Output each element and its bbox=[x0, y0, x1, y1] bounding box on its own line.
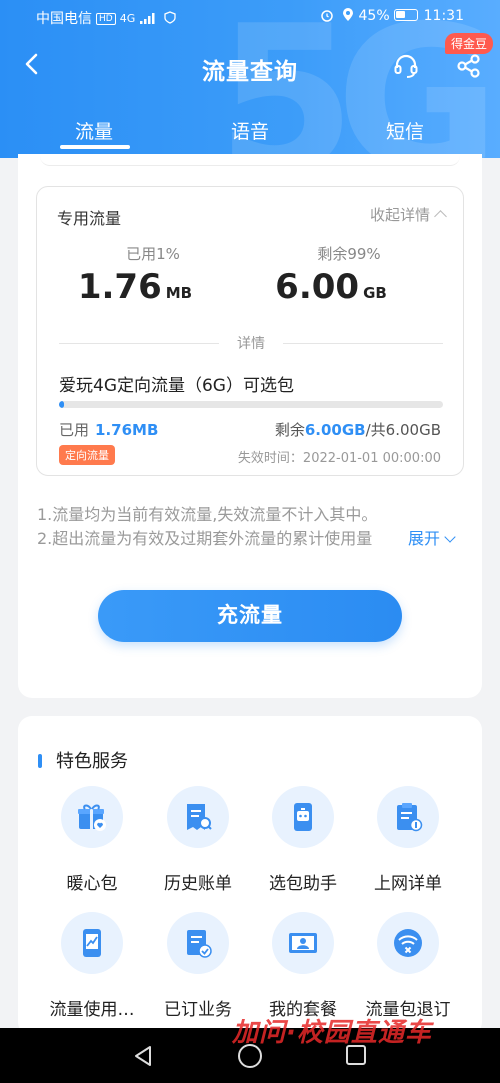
service-my-plan[interactable]: 我的套餐 bbox=[248, 912, 358, 1020]
page-title: 流量查询 bbox=[202, 59, 298, 85]
remain-amount-value: 6.00 bbox=[275, 267, 360, 307]
service-unsubscribe-package[interactable]: 流量包退订 bbox=[353, 912, 463, 1020]
watermark: 加问·校园直通车 bbox=[232, 1018, 432, 1048]
customer-service-icon[interactable] bbox=[392, 52, 420, 80]
expand-notes-toggle[interactable]: 展开 bbox=[404, 525, 456, 549]
service-icon-bg bbox=[377, 786, 439, 848]
service-package-assistant[interactable]: 选包助手 bbox=[248, 786, 358, 894]
nav-back-icon[interactable] bbox=[132, 1044, 154, 1068]
used-amount-unit: MB bbox=[165, 284, 193, 302]
phone-chart-icon bbox=[83, 929, 101, 957]
service-internet-detail[interactable]: 上网详单 bbox=[353, 786, 463, 894]
expand-label: 展开 bbox=[408, 529, 441, 548]
used-percent-label: 已用1% bbox=[126, 245, 180, 263]
clipboard-list-icon bbox=[397, 803, 423, 832]
gold-bean-badge[interactable]: 得金豆 bbox=[445, 33, 494, 54]
service-warm-package[interactable]: 暖心包 bbox=[37, 786, 147, 894]
note-line-1: 1.流量均为当前有效流量,失效流量不计入其中。 bbox=[37, 505, 378, 524]
network-type: 4G bbox=[119, 12, 136, 25]
hd-indicator: HD bbox=[96, 13, 116, 25]
collapse-label: 收起详情 bbox=[369, 206, 430, 224]
battery-icon bbox=[393, 9, 418, 21]
details-divider: 详情 bbox=[59, 333, 443, 353]
carrier-name: 中国电信 bbox=[36, 11, 92, 27]
directional-traffic-tag: 定向流量 bbox=[59, 445, 115, 465]
id-card-icon bbox=[289, 933, 317, 953]
remain-text-label: 剩余 bbox=[274, 421, 305, 439]
dedicated-traffic-panel: 专用流量 收起详情 已用1% 1.76 MB 剩余99% 6.00 GB 详情 爱玩… bbox=[36, 186, 464, 476]
service-traffic-usage[interactable]: 流量使用… bbox=[37, 912, 147, 1020]
chevron-down-icon bbox=[444, 531, 456, 543]
section-title: 特色服务 bbox=[56, 751, 128, 772]
note-line-2: 2.超出流量为有效及过期套外流量的累计使用量 bbox=[37, 529, 373, 548]
document-check-icon bbox=[187, 930, 212, 958]
wifi-cancel-icon bbox=[394, 929, 422, 957]
service-label: 暖心包 bbox=[66, 874, 118, 894]
tab-active-indicator bbox=[60, 145, 130, 149]
expire-time: 失效时间：2022-01-01 00:00:00 bbox=[237, 451, 441, 466]
tab-voice[interactable]: 语音 bbox=[231, 117, 269, 144]
service-history-bill[interactable]: 历史账单 bbox=[143, 786, 253, 894]
service-subscribed[interactable]: 已订业务 bbox=[143, 912, 253, 1020]
service-icon-bg bbox=[272, 786, 334, 848]
signal-icon bbox=[139, 13, 155, 24]
service-icon-bg bbox=[167, 912, 229, 974]
shield-icon bbox=[164, 11, 176, 24]
service-label: 选包助手 bbox=[269, 874, 337, 894]
usage-progress-bar bbox=[59, 401, 443, 408]
usage-progress-fill bbox=[59, 401, 64, 408]
location-icon bbox=[343, 8, 354, 21]
recharge-traffic-button[interactable]: 充流量 bbox=[98, 590, 402, 642]
status-bar: 中国电信 HD 4G 45% 11:31 bbox=[0, 0, 500, 34]
remain-amount-text: 剩余6.00GB/共6.00GB bbox=[275, 419, 441, 440]
header: 5G 中国电信 HD 4G 45% 11:31 流量查询 流量 语音 短信 bbox=[0, 0, 500, 158]
tab-sms[interactable]: 短信 bbox=[386, 117, 424, 144]
service-label: 上网详单 bbox=[374, 874, 442, 894]
remain-amount: 6.00 GB bbox=[231, 267, 431, 307]
service-label: 历史账单 bbox=[164, 874, 232, 894]
collapse-details-toggle[interactable]: 收起详情 bbox=[369, 204, 447, 225]
tab-bar: 流量 语音 短信 bbox=[0, 115, 500, 155]
service-icon-bg bbox=[377, 912, 439, 974]
total-text: /共6.00GB bbox=[365, 421, 441, 439]
service-icon-bg bbox=[272, 912, 334, 974]
phone-robot-icon bbox=[294, 803, 312, 831]
remain-percent-label: 剩余99% bbox=[317, 245, 381, 263]
chevron-up-icon bbox=[434, 210, 447, 223]
service-icon-bg bbox=[61, 786, 123, 848]
battery-percent: 45% bbox=[358, 8, 390, 24]
tab-traffic[interactable]: 流量 bbox=[75, 117, 113, 144]
remain-text-value: 6.00GB bbox=[304, 421, 366, 439]
service-icon-bg bbox=[167, 786, 229, 848]
section-accent-bar bbox=[38, 754, 42, 768]
service-icon-bg bbox=[61, 912, 123, 974]
used-amount: 1.76 MB bbox=[35, 267, 235, 307]
remain-amount-unit: GB bbox=[363, 284, 387, 302]
panel-title: 专用流量 bbox=[57, 209, 122, 228]
divider-line-right bbox=[283, 343, 443, 344]
used-text-label: 已用 bbox=[59, 421, 90, 439]
used-text-value: 1.76MB bbox=[95, 421, 159, 439]
used-amount-text: 已用 1.76MB bbox=[59, 419, 158, 440]
alarm-icon bbox=[320, 10, 333, 22]
notes: 1.流量均为当前有效流量,失效流量不计入其中。 2.超出流量为有效及过期套外流量… bbox=[37, 503, 467, 551]
used-amount-value: 1.76 bbox=[77, 267, 162, 307]
gift-icon bbox=[78, 804, 106, 831]
clock: 11:31 bbox=[423, 8, 464, 24]
service-label: 流量使用… bbox=[49, 1000, 135, 1020]
share-icon[interactable] bbox=[455, 52, 483, 80]
package-name: 爱玩4G定向流量（6G）可选包 bbox=[59, 376, 294, 396]
previous-card-edge bbox=[40, 156, 460, 166]
bill-search-icon bbox=[187, 804, 212, 830]
